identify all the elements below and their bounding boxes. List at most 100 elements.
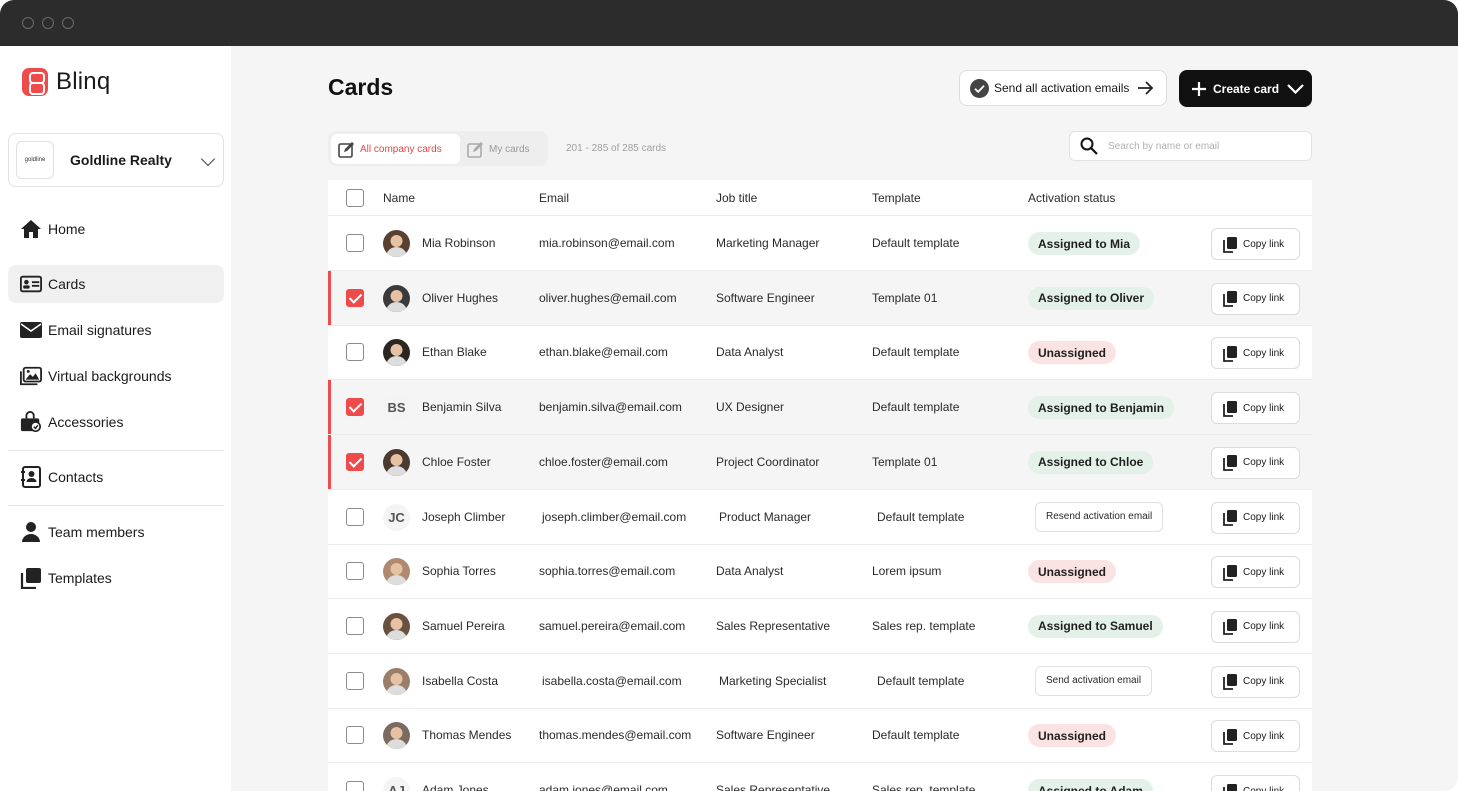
close-window-dot[interactable] xyxy=(22,17,34,29)
activation-status-badge: Assigned to Benjamin xyxy=(1028,396,1175,420)
table-row[interactable]: Chloe Foster chloe.foster@email.com Projec… xyxy=(328,434,1312,490)
table-row[interactable]: Sophia Torres sophia.torres@email.com Data… xyxy=(328,544,1312,600)
row-checkbox[interactable] xyxy=(346,507,364,526)
column-header-job-title[interactable]: Job title xyxy=(716,191,757,205)
nav-item-team-members[interactable]: Team members xyxy=(8,513,224,551)
app-window: Blinq goldline Goldline Realty Home Card… xyxy=(0,0,1458,791)
row-job-title: Sales Representative xyxy=(716,618,831,633)
home-icon xyxy=(20,218,42,240)
avatar-initials: AJ xyxy=(388,783,405,791)
row-checkbox[interactable] xyxy=(346,616,364,635)
row-job-title: Product Manager xyxy=(719,509,812,524)
table-row[interactable]: BS Benjamin Silva benjamin.silva@email.com… xyxy=(328,380,1312,436)
column-header-activation-status[interactable]: Activation status xyxy=(1028,191,1115,205)
row-name: Thomas Mendes xyxy=(422,728,512,743)
search-input[interactable]: Search by name or email xyxy=(1069,131,1312,161)
table-row[interactable]: Samuel Pereira samuel.pereira@email.com Sa… xyxy=(328,599,1312,654)
row-checkbox[interactable] xyxy=(346,781,364,791)
table-row[interactable]: AJ Adam Jones adam.jones@email.com Sales Re… xyxy=(328,763,1312,791)
maximize-window-dot[interactable] xyxy=(62,17,74,29)
avatar-initials: BS xyxy=(387,400,406,416)
nav-item-home[interactable]: Home xyxy=(8,210,224,248)
minimize-window-dot[interactable] xyxy=(42,17,54,29)
chevron-down-icon xyxy=(1287,83,1304,94)
row-email: adam.jones@email.com xyxy=(539,783,668,791)
table-row[interactable]: Mia Robinson mia.robinson@email.com Market… xyxy=(328,216,1312,271)
row-checkbox[interactable] xyxy=(346,288,364,307)
row-template: Template 01 xyxy=(872,454,938,469)
copy-link-button[interactable]: Copy link xyxy=(1211,610,1300,643)
company-logo: goldline xyxy=(16,141,54,179)
copy-link-button[interactable]: Copy link xyxy=(1211,775,1300,791)
copy-link-label: Copy link xyxy=(1243,238,1285,250)
app-logo[interactable]: Blinq xyxy=(22,68,110,96)
column-header-template[interactable]: Template xyxy=(872,191,921,205)
row-email: chloe.foster@email.com xyxy=(539,454,668,469)
copy-link-button[interactable]: Copy link xyxy=(1211,665,1300,698)
avatar: BS xyxy=(383,394,410,422)
row-checkbox[interactable] xyxy=(346,726,364,745)
row-template: Sales rep. template xyxy=(872,618,976,633)
copy-link-button[interactable]: Copy link xyxy=(1211,720,1300,753)
row-template: Default template xyxy=(877,673,965,688)
copy-link-button[interactable]: Copy link xyxy=(1211,446,1300,479)
table-row[interactable]: Oliver Hughes oliver.hughes@email.com Soft… xyxy=(328,270,1312,326)
table-row[interactable]: JC Joseph Climber joseph.climber@email.com… xyxy=(328,490,1312,545)
copy-link-button[interactable]: Copy link xyxy=(1211,228,1300,260)
table-row[interactable]: Ethan Blake ethan.blake@email.com Data Ana… xyxy=(328,325,1312,381)
tab-label: My cards xyxy=(489,143,530,155)
row-checkbox[interactable] xyxy=(346,452,364,471)
nav-item-templates[interactable]: Templates xyxy=(8,559,224,597)
nav-item-contacts[interactable]: Contacts xyxy=(8,458,224,496)
company-switcher[interactable]: goldline Goldline Realty xyxy=(8,133,224,187)
copy-icon xyxy=(1222,564,1238,581)
row-checkbox[interactable] xyxy=(346,343,364,362)
copy-link-label: Copy link xyxy=(1243,293,1285,305)
copy-link-button[interactable]: Copy link xyxy=(1211,282,1300,315)
tab-all-company-cards[interactable]: All company cards xyxy=(331,134,460,164)
row-email: joseph.climber@email.com xyxy=(542,509,687,524)
tab-my-cards[interactable]: My cards xyxy=(464,134,546,164)
create-card-button[interactable]: Create card xyxy=(1179,70,1312,107)
copy-link-button[interactable]: Copy link xyxy=(1211,556,1300,589)
row-checkbox[interactable] xyxy=(346,398,364,417)
activation-status-badge[interactable]: Send activation email xyxy=(1035,665,1153,696)
cards-table: Name Email Job title Template Activation… xyxy=(328,180,1312,791)
row-checkbox[interactable] xyxy=(346,234,364,252)
nav-item-cards[interactable]: Cards xyxy=(8,265,224,303)
activation-status-badge[interactable]: Resend activation email xyxy=(1035,501,1164,532)
copy-icon xyxy=(1222,673,1238,690)
table-row[interactable]: Thomas Mendes thomas.mendes@email.com Soft… xyxy=(328,708,1312,764)
row-email: samuel.pereira@email.com xyxy=(539,618,686,633)
send-all-activation-emails-button[interactable]: Send all activation emails xyxy=(959,70,1167,106)
copy-icon xyxy=(1222,509,1238,526)
copy-link-button[interactable]: Copy link xyxy=(1211,392,1300,425)
copy-link-button[interactable]: Copy link xyxy=(1211,337,1300,370)
row-email: thomas.mendes@email.com xyxy=(539,728,692,743)
column-header-email[interactable]: Email xyxy=(539,191,569,205)
row-checkbox[interactable] xyxy=(346,671,364,690)
image-icon xyxy=(20,365,42,387)
table-row[interactable]: Isabella Costa isabella.costa@email.com Ma… xyxy=(328,654,1312,709)
activation-status-badge: Unassigned xyxy=(1028,341,1117,365)
nav-item-virtual-backgrounds[interactable]: Virtual backgrounds xyxy=(8,357,224,395)
row-template: Default template xyxy=(877,509,965,524)
row-template: Default template xyxy=(872,345,960,360)
row-name: Samuel Pereira xyxy=(422,618,505,633)
row-email: ethan.blake@email.com xyxy=(539,345,668,360)
column-header-name[interactable]: Name xyxy=(383,191,415,205)
card-filter-tabs: All company cards My cards xyxy=(328,131,548,166)
nav-label: Cards xyxy=(48,276,86,292)
row-checkbox[interactable] xyxy=(346,562,364,581)
avatar xyxy=(383,667,410,695)
person-icon xyxy=(20,521,42,543)
row-template: Sales rep. template xyxy=(872,783,976,791)
nav-item-accessories[interactable]: Accessories xyxy=(8,403,224,441)
app-name: Blinq xyxy=(56,68,111,95)
nav-item-email-signatures[interactable]: Email signatures xyxy=(8,311,224,349)
select-all-checkbox[interactable] xyxy=(346,189,364,207)
row-job-title: Data Analyst xyxy=(716,564,784,579)
copy-link-button[interactable]: Copy link xyxy=(1211,501,1300,534)
copy-link-label: Copy link xyxy=(1243,457,1285,469)
nav-label: Templates xyxy=(48,570,112,586)
